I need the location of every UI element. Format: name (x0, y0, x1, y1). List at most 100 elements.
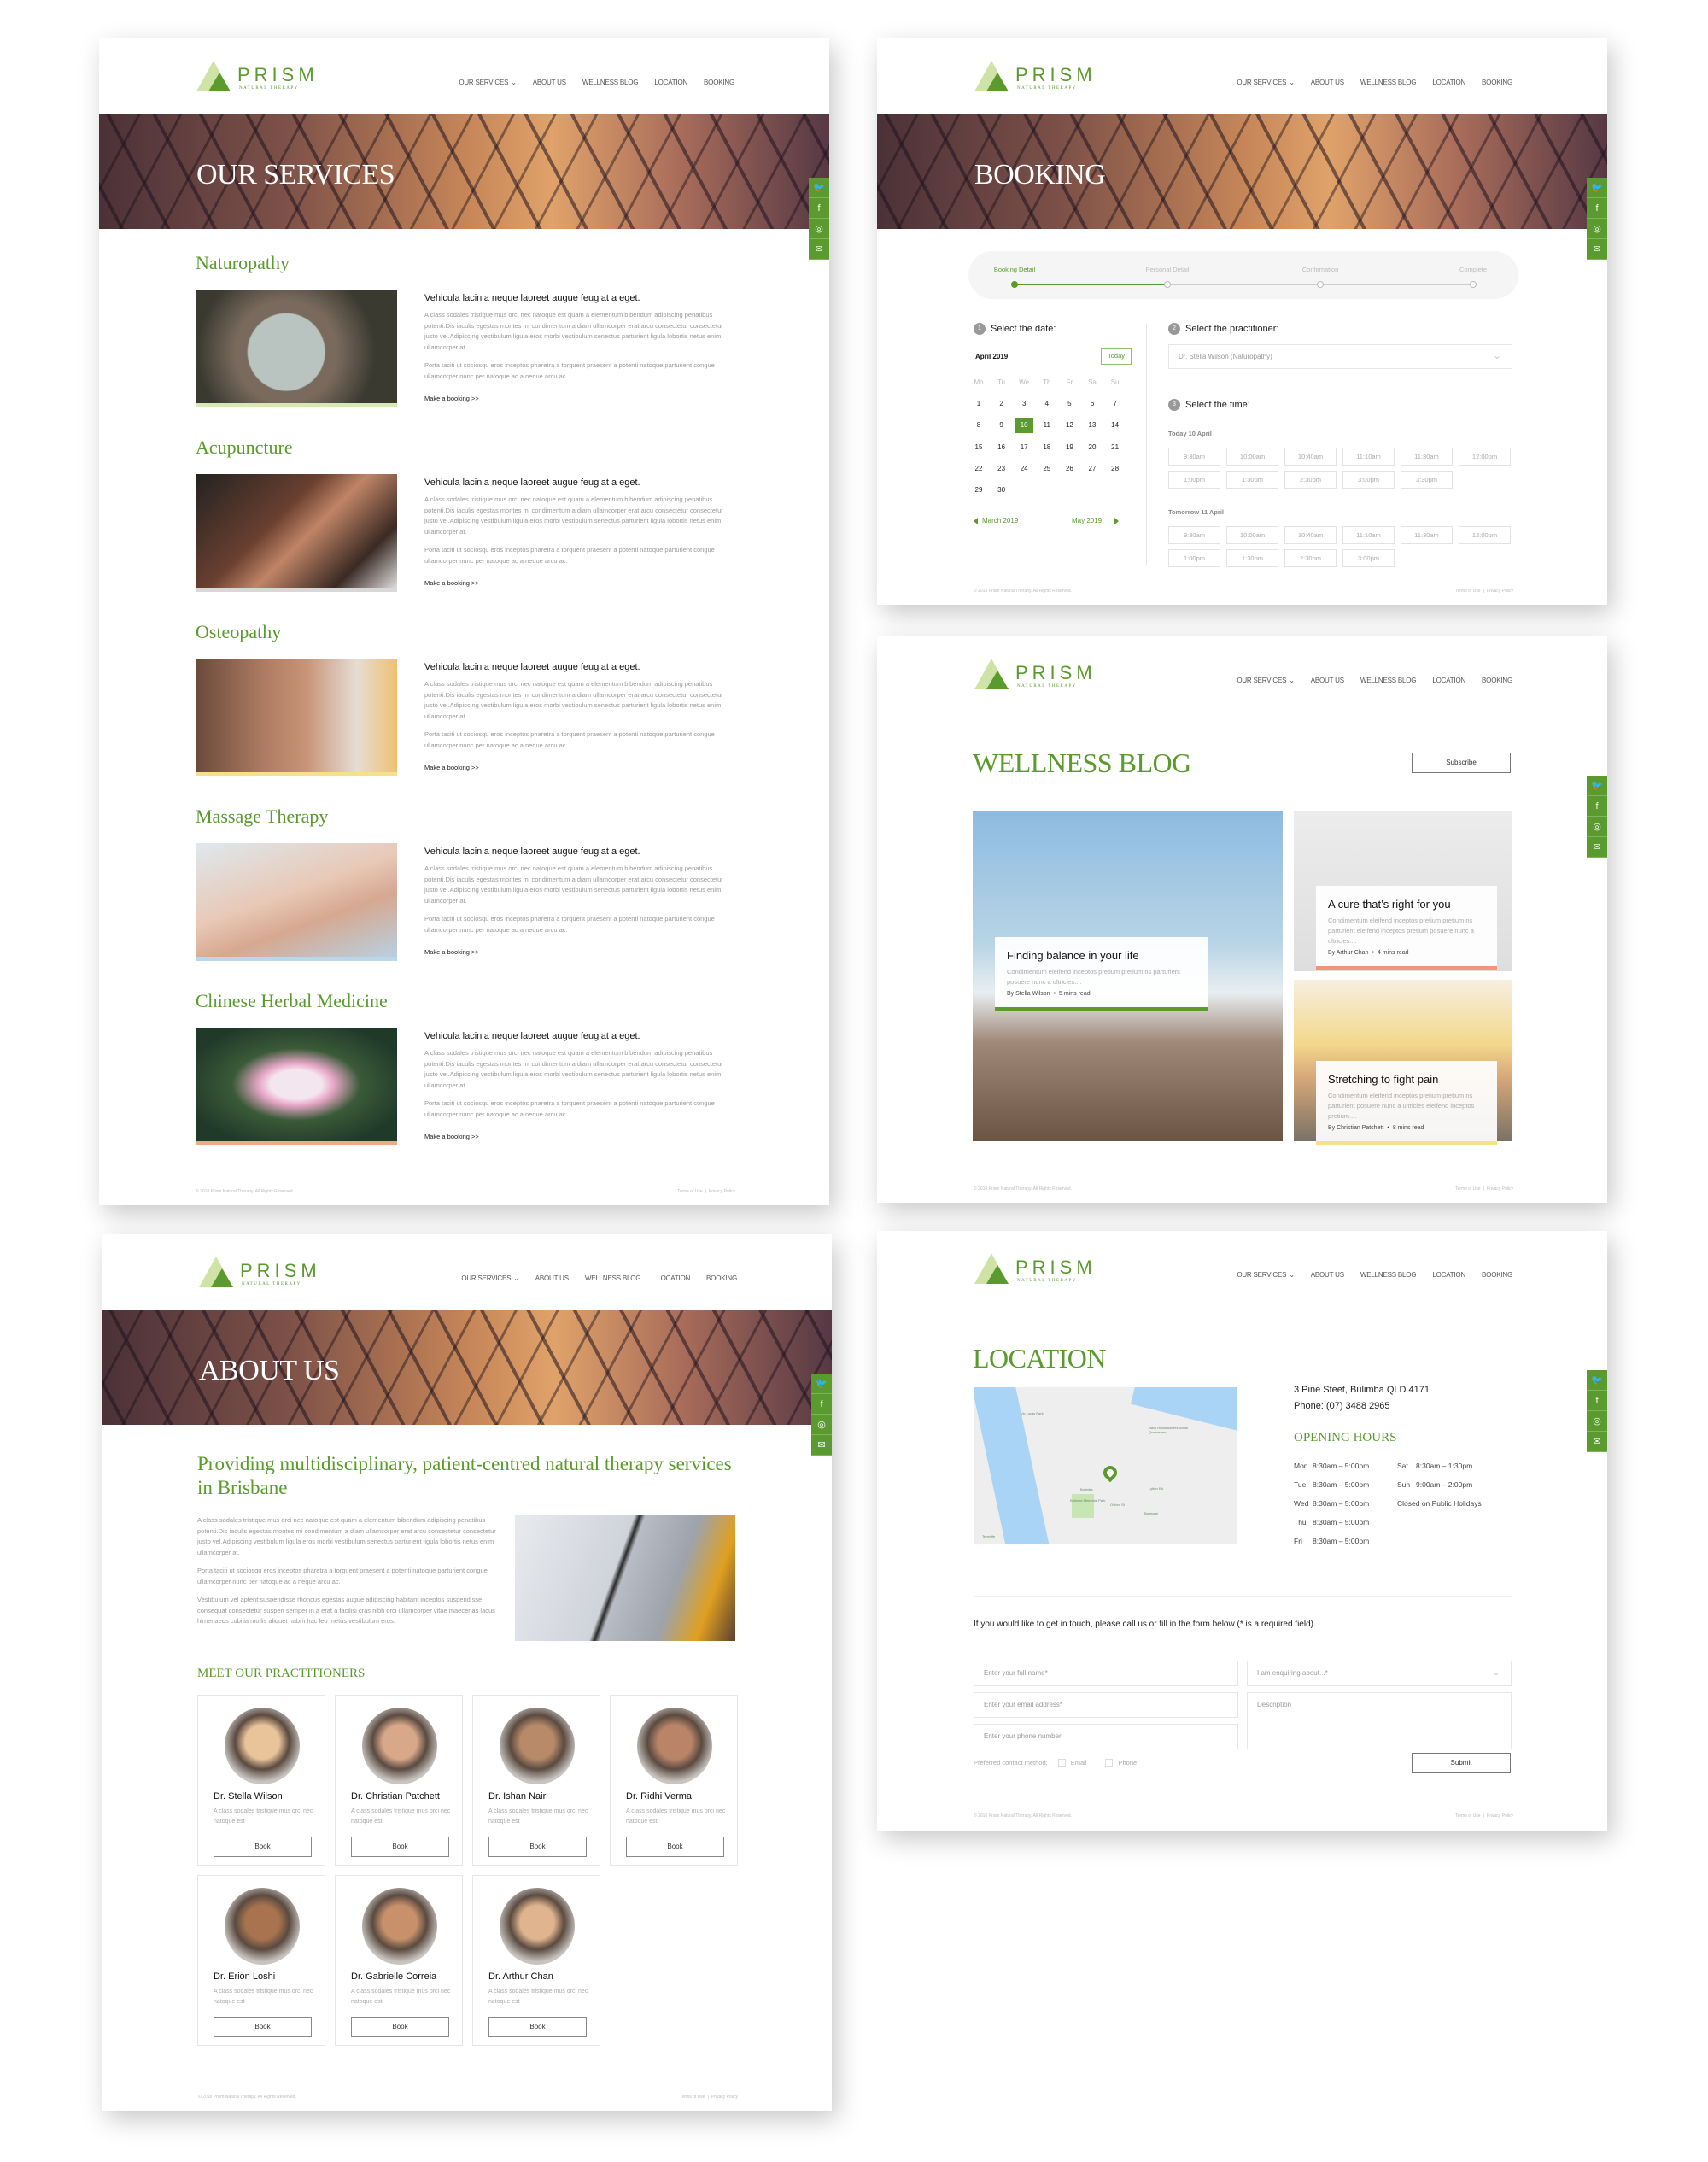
privacy-link[interactable]: Privacy Policy (711, 2095, 738, 2100)
nav-item-location[interactable]: LOCATION (657, 1274, 690, 1282)
logo[interactable]: PRISM NATURAL THERAPY (196, 61, 316, 95)
time-slot[interactable]: 12:00pm (1459, 526, 1511, 544)
nav-item-booking[interactable]: BOOKING (1482, 677, 1512, 684)
blog-post-title[interactable]: Finding balance in your life (1007, 949, 1196, 962)
make-booking-link[interactable]: Make a booking >> (424, 764, 479, 771)
instagram-icon[interactable]: ◎ (1587, 1411, 1607, 1432)
nav-item-about-us[interactable]: ABOUT US (533, 79, 566, 86)
chevron-down-icon[interactable]: ⌄ (1289, 677, 1295, 684)
nav-item-about-us[interactable]: ABOUT US (535, 1274, 569, 1282)
email-input[interactable]: Enter your email address* (974, 1692, 1238, 1718)
terms-link[interactable]: Terms of Use (677, 1189, 702, 1194)
facebook-icon[interactable]: f (809, 198, 829, 219)
time-slot[interactable]: 11:10am (1342, 448, 1395, 466)
nav-item-about-us[interactable]: ABOUT US (1311, 79, 1344, 86)
terms-link[interactable]: Terms of Use (1455, 589, 1480, 594)
nav-item-wellness-blog[interactable]: WELLNESS BLOG (582, 79, 639, 86)
calendar-day[interactable]: 26 (1060, 461, 1079, 477)
calendar-day[interactable]: 19 (1060, 440, 1079, 455)
calendar-day[interactable]: 25 (1038, 461, 1056, 477)
blog-post-card[interactable]: Stretching to fight pain Condimentum elei… (1316, 1061, 1497, 1145)
book-button[interactable]: Book (626, 1837, 724, 1857)
chevron-down-icon[interactable]: ⌄ (1289, 1271, 1295, 1279)
step-dot[interactable] (1470, 281, 1477, 288)
nav-item-our-services[interactable]: OUR SERVICES (1237, 1271, 1286, 1279)
time-slot[interactable]: 9:30am (1168, 526, 1220, 544)
time-slot[interactable]: 2:30pm (1284, 549, 1337, 567)
nav-item-wellness-blog[interactable]: WELLNESS BLOG (1360, 677, 1417, 684)
prev-month-button[interactable]: March 2019 (974, 517, 1018, 524)
caret-left-icon[interactable] (974, 518, 978, 524)
calendar-day[interactable]: 14 (1106, 418, 1125, 433)
calendar-day[interactable]: 16 (992, 440, 1011, 455)
phone-input[interactable]: Enter your phone number (974, 1724, 1238, 1749)
email-icon[interactable]: ✉ (1587, 1432, 1607, 1452)
book-button[interactable]: Book (351, 1837, 449, 1857)
logo[interactable]: PRISM NATURAL THERAPY (974, 61, 1094, 95)
today-button[interactable]: Today (1101, 348, 1132, 365)
time-slot[interactable]: 1:00pm (1168, 471, 1220, 489)
terms-link[interactable]: Terms of Use (680, 2095, 705, 2100)
twitter-icon[interactable]: 🐦 (1587, 1370, 1607, 1391)
time-slot[interactable]: 11:30am (1401, 448, 1453, 466)
caret-right-icon[interactable] (1114, 518, 1119, 524)
calendar-day[interactable]: 27 (1083, 461, 1102, 477)
time-slot[interactable]: 9:30am (1168, 448, 1220, 466)
calendar-day[interactable]: 8 (969, 418, 988, 433)
nav-item-location[interactable]: LOCATION (654, 79, 687, 86)
blog-post-title[interactable]: A cure that’s right for you (1328, 898, 1485, 911)
nav-item-our-services[interactable]: OUR SERVICES (459, 79, 508, 86)
logo[interactable]: PRISM NATURAL THERAPY (199, 1257, 319, 1291)
calendar-day[interactable]: 18 (1038, 440, 1056, 455)
email-icon[interactable]: ✉ (811, 1435, 832, 1456)
twitter-icon[interactable]: 🐦 (809, 178, 829, 198)
time-slot[interactable]: 3:30pm (1401, 471, 1453, 489)
email-icon[interactable]: ✉ (809, 239, 829, 260)
privacy-link[interactable]: Privacy Policy (1487, 589, 1513, 594)
step-label[interactable]: Personal Detail (1146, 266, 1190, 273)
book-button[interactable]: Book (488, 1837, 587, 1857)
subscribe-button[interactable]: Subscribe (1412, 753, 1511, 773)
nav-item-wellness-blog[interactable]: WELLNESS BLOG (585, 1274, 641, 1282)
step-dot[interactable] (1164, 281, 1171, 288)
calendar-day[interactable]: 22 (969, 461, 988, 477)
location-map[interactable]: Vic Lucas Park Navy Headquarters South Qu… (974, 1387, 1237, 1544)
nav-item-wellness-blog[interactable]: WELLNESS BLOG (1360, 1271, 1417, 1279)
email-icon[interactable]: ✉ (1587, 239, 1607, 260)
calendar-day[interactable]: 4 (1038, 396, 1056, 412)
nav-item-about-us[interactable]: ABOUT US (1311, 677, 1344, 684)
facebook-icon[interactable]: f (1587, 796, 1607, 817)
facebook-icon[interactable]: f (1587, 198, 1607, 219)
calendar-day[interactable]: 1 (969, 396, 988, 412)
privacy-link[interactable]: Privacy Policy (1487, 1186, 1513, 1192)
terms-link[interactable]: Terms of Use (1455, 1186, 1480, 1192)
time-slot[interactable]: 3:00pm (1342, 471, 1395, 489)
blog-post-card[interactable]: Finding balance in your life Condimentum … (995, 937, 1208, 1011)
twitter-icon[interactable]: 🐦 (1587, 178, 1607, 198)
calendar-day[interactable]: 12 (1060, 418, 1079, 433)
facebook-icon[interactable]: f (1587, 1391, 1607, 1411)
calendar-day[interactable]: 20 (1083, 440, 1102, 455)
phone-checkbox[interactable] (1105, 1759, 1114, 1767)
practitioner-select[interactable]: Dr. Stella Wilson (Naturopathy) ⌄ (1168, 344, 1512, 369)
time-slot[interactable]: 10:40am (1284, 448, 1337, 466)
instagram-icon[interactable]: ◎ (1587, 817, 1607, 837)
time-slot[interactable]: 10:00am (1226, 526, 1278, 544)
email-checkbox[interactable] (1057, 1759, 1066, 1767)
time-slot[interactable]: 3:00pm (1342, 549, 1395, 567)
book-button[interactable]: Book (214, 2017, 312, 2037)
map-pin-icon[interactable] (1100, 1462, 1120, 1483)
time-slot[interactable]: 2:30pm (1284, 471, 1337, 489)
calendar-day[interactable]: 30 (992, 483, 1011, 498)
instagram-icon[interactable]: ◎ (809, 219, 829, 239)
logo[interactable]: PRISM NATURAL THERAPY (974, 659, 1094, 693)
nav-item-location[interactable]: LOCATION (1432, 1271, 1465, 1279)
terms-link[interactable]: Terms of Use (1455, 1813, 1480, 1819)
next-month-button[interactable]: May 2019 (1072, 517, 1102, 524)
calendar-day[interactable]: 9 (992, 418, 1011, 433)
submit-button[interactable]: Submit (1412, 1753, 1511, 1773)
book-button[interactable]: Book (488, 2017, 587, 2037)
nav-item-booking[interactable]: BOOKING (1482, 79, 1512, 86)
nav-item-wellness-blog[interactable]: WELLNESS BLOG (1360, 79, 1417, 86)
description-textarea[interactable]: Description (1247, 1692, 1512, 1749)
